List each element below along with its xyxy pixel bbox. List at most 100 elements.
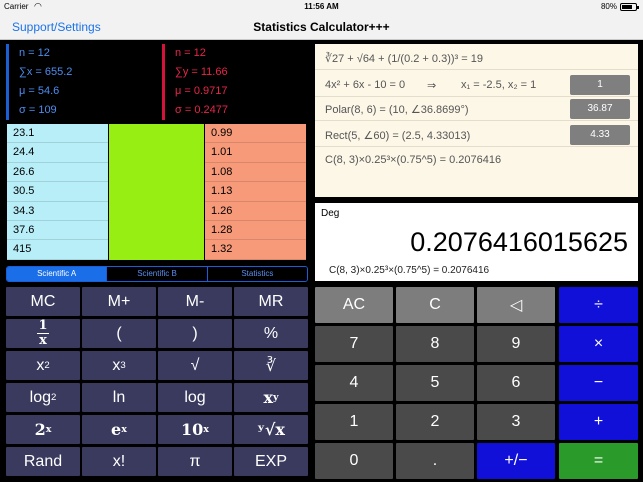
cube-button[interactable]: x3 <box>82 351 156 380</box>
x-value-cell[interactable]: 34.3 <box>7 202 108 221</box>
data-entry-area[interactable] <box>109 124 204 260</box>
log2-button[interactable]: log 2 <box>6 383 80 412</box>
pi-button[interactable]: π <box>158 447 232 476</box>
all-clear-button[interactable]: AC <box>315 287 393 323</box>
x-data-list[interactable]: 23.1 24.4 26.6 30.5 34.3 37.6 415 <box>7 124 108 260</box>
battery-icon <box>620 3 639 11</box>
equals-button[interactable]: = <box>559 443 638 479</box>
history-row[interactable]: 4x² + 6x - 10 = 0 ⇒ x₁ = -2.5, x₂ = 1 1 <box>315 73 638 97</box>
calculator-display: Deg 0.2076416015625 C(8, 3)×0.25³×(0.75^… <box>315 203 638 281</box>
square-exponent: 2 <box>44 360 50 371</box>
display-expression: C(8, 3)×0.25³×(0.75^5) = 0.2076416 <box>329 265 490 276</box>
digit-4-button[interactable]: 4 <box>315 365 393 401</box>
history-row[interactable]: Polar(8, 6) = (10, ∠36.8699°) 36.87 <box>315 97 638 121</box>
y-data-list[interactable]: 0.99 1.01 1.08 1.13 1.26 1.28 1.32 <box>205 124 306 260</box>
e-power-x-button[interactable]: ex <box>82 415 156 444</box>
exp-exponent: x <box>121 424 127 435</box>
x-value-cell[interactable]: 26.6 <box>7 163 108 183</box>
tab-statistics[interactable]: Statistics <box>206 267 307 281</box>
digit-9-button[interactable]: 9 <box>477 326 555 362</box>
stats-summary: n = 12 ∑x = 655.2 μ = 54.6 σ = 109 n = 1… <box>6 44 308 120</box>
minus-button[interactable]: − <box>559 365 638 401</box>
ten-power-x-button[interactable]: 10 x <box>158 415 232 444</box>
history-value-button[interactable]: 1 <box>570 75 630 95</box>
implies-icon: ⇒ <box>427 80 437 92</box>
history-value-button[interactable]: 4.33 <box>570 125 630 145</box>
backspace-icon[interactable]: ◁ <box>477 287 555 323</box>
history-value-button[interactable]: 36.87 <box>570 99 630 119</box>
reciprocal-button[interactable]: 1x <box>6 319 80 348</box>
m-minus-button[interactable]: M- <box>158 287 232 316</box>
history-expression: 4x² + 6x - 10 = 0 <box>325 79 406 91</box>
cube-base: x <box>112 356 121 374</box>
clear-button[interactable]: C <box>396 287 474 323</box>
history-expression: ∛27 + √64 + (1/(0.2 + 0.3))³ = 19 <box>325 53 483 65</box>
x-value-cell[interactable]: 24.4 <box>7 143 108 163</box>
m-plus-button[interactable]: M+ <box>82 287 156 316</box>
nav-bar: Support/Settings Statistics Calculator++… <box>0 14 643 40</box>
square-button[interactable]: x2 <box>6 351 80 380</box>
stat-mean-y: μ = 0.9717 <box>175 85 228 97</box>
right-paren-button[interactable]: ) <box>158 319 232 348</box>
cbrt-button[interactable]: ∛ <box>234 351 308 380</box>
tab-scientific-b[interactable]: Scientific B <box>106 267 207 281</box>
yth-root-button[interactable]: ʸ√x <box>234 415 308 444</box>
y-value-cell[interactable]: 1.13 <box>205 182 306 202</box>
decimal-button[interactable]: . <box>396 443 474 479</box>
pow10-exponent: x <box>203 424 209 435</box>
y-value-cell[interactable]: 1.32 <box>205 240 306 260</box>
digit-5-button[interactable]: 5 <box>396 365 474 401</box>
percent-button[interactable]: % <box>234 319 308 348</box>
pow10-base: 10 <box>181 420 204 439</box>
sign-toggle-button[interactable]: +/− <box>477 443 555 479</box>
y-value-cell[interactable]: 1.01 <box>205 143 306 163</box>
mc-button[interactable]: MC <box>6 287 80 316</box>
x-value-cell[interactable]: 23.1 <box>7 124 108 144</box>
multiply-button[interactable]: × <box>559 326 638 362</box>
clock: 11:56 AM <box>304 2 339 11</box>
digit-6-button[interactable]: 6 <box>477 365 555 401</box>
history-row[interactable]: ∛27 + √64 + (1/(0.2 + 0.3))³ = 19 <box>315 46 638 70</box>
log-button[interactable]: log <box>158 383 232 412</box>
plus-button[interactable]: + <box>559 404 638 440</box>
two-power-x-button[interactable]: 2x <box>6 415 80 444</box>
y-value-cell[interactable]: 1.26 <box>205 202 306 221</box>
angle-mode-label[interactable]: Deg <box>321 208 339 219</box>
rand-button[interactable]: Rand <box>6 447 80 476</box>
stat-mean-x: μ = 54.6 <box>19 85 60 97</box>
divide-button[interactable]: ÷ <box>559 287 638 323</box>
x-stats: n = 12 ∑x = 655.2 μ = 54.6 σ = 109 <box>6 44 156 120</box>
stat-sum-y: ∑y = 11.66 <box>175 66 228 78</box>
exp-base: e <box>111 420 122 439</box>
digit-8-button[interactable]: 8 <box>396 326 474 362</box>
y-value-cell[interactable]: 0.99 <box>205 124 306 144</box>
y-value-cell[interactable]: 1.08 <box>205 163 306 183</box>
x-value-cell[interactable]: 30.5 <box>7 182 108 202</box>
stat-n-y: n = 12 <box>175 47 206 59</box>
history-row[interactable]: Rect(5, ∠60) = (2.5, 4.33013) 4.33 <box>315 123 638 147</box>
digit-1-button[interactable]: 1 <box>315 404 393 440</box>
reciprocal-numerator: 1 <box>38 318 48 333</box>
digit-7-button[interactable]: 7 <box>315 326 393 362</box>
mr-button[interactable]: MR <box>234 287 308 316</box>
digit-2-button[interactable]: 2 <box>396 404 474 440</box>
battery-percent: 80% <box>600 2 617 11</box>
digit-0-button[interactable]: 0 <box>315 443 393 479</box>
cube-exponent: 3 <box>120 360 126 371</box>
left-paren-button[interactable]: ( <box>82 319 156 348</box>
history-row[interactable]: C(8, 3)×0.25³×(0.75^5) = 0.2076416 <box>315 148 638 172</box>
tab-scientific-a[interactable]: Scientific A <box>7 267 107 281</box>
stat-n-x: n = 12 <box>19 47 50 59</box>
sqrt-button[interactable]: √ <box>158 351 232 380</box>
x-value-cell[interactable]: 415 <box>7 240 108 260</box>
y-value-cell[interactable]: 1.28 <box>205 221 306 241</box>
x-value-cell[interactable]: 37.6 <box>7 221 108 241</box>
pow2-exponent: x <box>45 424 52 435</box>
digit-3-button[interactable]: 3 <box>477 404 555 440</box>
stat-sd-y: σ = 0.2477 <box>175 104 228 116</box>
mode-tabs: Scientific A Scientific B Statistics <box>6 266 308 282</box>
x-power-y-button[interactable]: xy <box>234 383 308 412</box>
factorial-button[interactable]: x! <box>82 447 156 476</box>
exp-button[interactable]: EXP <box>234 447 308 476</box>
ln-button[interactable]: ln <box>82 383 156 412</box>
